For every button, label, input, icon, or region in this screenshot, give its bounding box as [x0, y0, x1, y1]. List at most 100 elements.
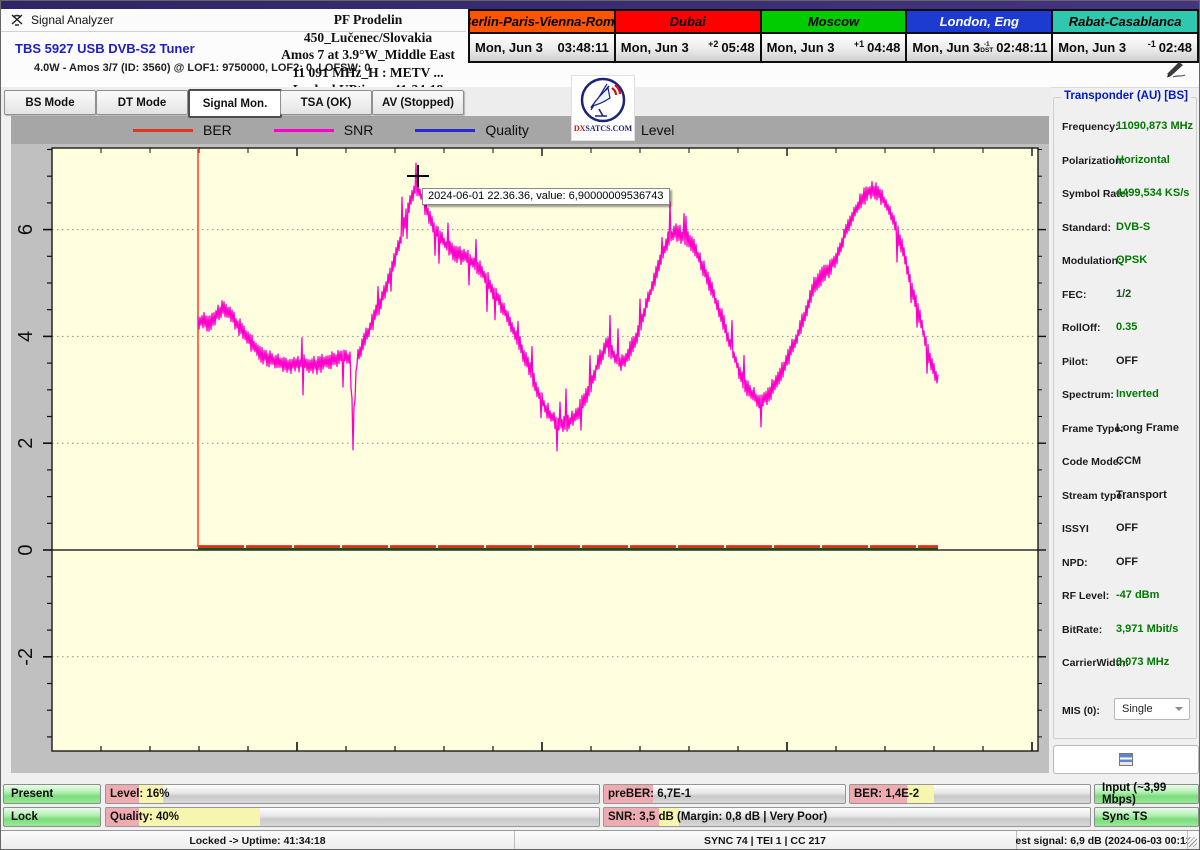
clock-time-row: Mon, Jun 3+205:48: [616, 34, 760, 61]
clock-city-header: Rabat-Casablanca: [1053, 11, 1197, 34]
field-label: Pilot:: [1062, 356, 1088, 368]
ber-bar: BER: 1,4E-2: [849, 784, 1091, 804]
field-value: Inverted: [1116, 388, 1159, 400]
transponder-row-modulation: Modulation:QPSK: [1054, 246, 1196, 280]
tab-tsa-ok-[interactable]: TSA (OK): [280, 90, 372, 115]
tab-dt-mode[interactable]: DT Mode: [96, 90, 188, 115]
tab-bs-mode[interactable]: BS Mode: [4, 90, 96, 115]
window-title: Signal Analyzer: [31, 13, 114, 27]
field-value: 4499,534 KS/s: [1116, 187, 1189, 199]
transponder-row-polarization: Polarization:Horizontal: [1054, 146, 1196, 180]
clock-time-value: 04:48: [867, 40, 900, 55]
preber-bar: preBER: 6,7E-1: [603, 784, 846, 804]
field-label: Standard:: [1062, 222, 1111, 234]
field-label: FEC:: [1062, 289, 1087, 301]
present-indicator: Present: [3, 784, 101, 804]
clock-time-row: Mon, Jun 3-102:48: [1053, 34, 1197, 61]
legend-line-quality: [415, 129, 475, 132]
transponder-rows: Frequency:11090,873 MHz Polarization:Hori…: [1054, 112, 1196, 682]
transponder-row-streamtype: Stream type:Transport: [1054, 481, 1196, 515]
transponder-row-spectrum: Spectrum:Inverted: [1054, 380, 1196, 414]
lock-indicator: Lock: [3, 807, 101, 827]
y-axis-label-2: 2: [15, 438, 37, 449]
satellite-dish-icon: [10, 13, 25, 27]
field-label: Frequency:: [1062, 121, 1119, 133]
clock-offset-dst: -1DST: [980, 42, 993, 54]
signal-analyzer-window: Signal Analyzer TBS 5927 USB DVB-S2 Tune…: [0, 0, 1200, 850]
bar-label: Quality: 40%: [110, 811, 179, 823]
clock-dubai: DubaiMon, Jun 3+205:48: [616, 11, 762, 61]
transponder-row-carrierwidth: CarrierWidth:6,073 MHz: [1054, 648, 1196, 682]
dxsatcs-logo-icon: [579, 76, 627, 124]
transponder-row-frametype: Frame Type:Long Frame: [1054, 414, 1196, 448]
legend-line-ber: [133, 129, 193, 132]
window-top-strip: [1, 1, 1200, 9]
clock-time-value: 05:48: [721, 40, 754, 55]
statusbar-cell-3: Best signal: 6,9 dB (2024-06-03 00:13): [1016, 831, 1188, 850]
clock-time-row: Mon, Jun 3 +104:48: [762, 34, 906, 61]
field-label: NPD:: [1062, 557, 1088, 569]
field-label: BitRate:: [1062, 624, 1102, 636]
mis-label: MIS (0):: [1062, 705, 1100, 717]
legend-item-snr: SNR: [274, 122, 374, 138]
legend-label: BER: [203, 122, 232, 138]
field-value: 3,971 Mbit/s: [1116, 623, 1178, 635]
clock-city-header: Dubai: [616, 11, 760, 34]
bar-label: preBER: 6,7E-1: [608, 788, 691, 800]
field-value: OFF: [1116, 556, 1138, 568]
field-label: Modulation:: [1062, 255, 1121, 267]
signal-chart-area[interactable]: 6420-2: [11, 144, 1049, 773]
signal-chart[interactable]: 6420-2: [11, 144, 1049, 773]
clock-city-header: London, Eng: [907, 11, 1051, 34]
legend-label: Level: [641, 122, 674, 138]
transponder-row-standard: Standard: DVB-S: [1054, 213, 1196, 247]
clock-offset: +1: [854, 39, 864, 49]
field-value: 11090,873 MHz: [1116, 120, 1193, 132]
y-axis-label-4: 4: [15, 331, 37, 342]
clock-offset: +2: [708, 39, 718, 49]
resize-grip[interactable]: [1187, 837, 1197, 847]
stream-list-button[interactable]: [1053, 745, 1199, 774]
mis-select[interactable]: Single: [1114, 698, 1190, 720]
clock-city-header: Moscow: [762, 11, 906, 34]
field-label: Code Mode:: [1062, 456, 1122, 468]
clock-date: Mon, Jun 3: [767, 40, 835, 55]
site-info-block: PF Prodelin 450_Lučenec/Slovakia Amos 7 …: [268, 11, 468, 99]
clock-date: Mon, Jun 3: [1058, 40, 1126, 55]
status-bar: Locked -> Uptime: 41:34:18SYNC 74 | TEI …: [1, 830, 1200, 850]
dxsatcs-logo-text: DXSATCS.COM: [574, 124, 632, 134]
clock-offset: -1: [1148, 39, 1156, 49]
site-line-3: 11 091 MHz_H : METV ...: [268, 64, 468, 82]
transponder-row-issyi: ISSYIOFF: [1054, 514, 1196, 548]
snr-bar: SNR: 3,5 dB (Margin: 0,8 dB | Very Poor): [603, 807, 1091, 827]
field-label: RollOff:: [1062, 322, 1101, 334]
field-value: CCM: [1116, 455, 1141, 467]
tab-signal-mon-[interactable]: Signal Mon.: [188, 89, 282, 118]
field-label: Spectrum:: [1062, 389, 1114, 401]
field-value: OFF: [1116, 355, 1138, 367]
bar-label: BER: 1,4E-2: [854, 788, 919, 800]
transponder-groupbox: Transponder (AU) [BS] Frequency:11090,87…: [1053, 97, 1197, 739]
clock-date: Mon, Jun 3: [912, 40, 980, 55]
stream-list-icon: [1119, 753, 1133, 766]
legend-item-quality: Quality: [415, 122, 529, 138]
transponder-row-bitrate: BitRate: 3,971 Mbit/s: [1054, 615, 1196, 649]
transponder-row-pilot: Pilot: OFF: [1054, 347, 1196, 381]
y-axis-label-0: 0: [15, 544, 37, 555]
field-value: 6,073 MHz: [1116, 656, 1169, 668]
field-value: 0.35: [1116, 321, 1137, 333]
clock-city-header: Berlin-Paris-Vienna-Roma: [470, 11, 614, 34]
transponder-row-codemode: Code Mode:CCM: [1054, 447, 1196, 481]
field-value: -47 dBm: [1116, 589, 1159, 601]
world-clocks-panel: Berlin-Paris-Vienna-RomaMon, Jun 303:48:…: [468, 9, 1199, 63]
tab-av-stopped-[interactable]: AV (Stopped): [372, 90, 464, 115]
statusbar-cell-1: Locked -> Uptime: 41:34:18: [1, 831, 515, 850]
clock-time-value: 02:48:11: [996, 40, 1047, 55]
transponder-row-rflevel: RF Level:-47 dBm: [1054, 581, 1196, 615]
site-line-1: PF Prodelin 450_Lučenec/Slovakia: [268, 11, 468, 46]
y-axis-label-6: 6: [15, 224, 37, 235]
field-value: DVB-S: [1116, 221, 1150, 233]
bar-label: SNR: 3,5 dB (Margin: 0,8 dB | Very Poor): [608, 811, 827, 823]
clock-date: Mon, Jun 3: [475, 40, 543, 55]
legend-line-snr: [274, 129, 334, 132]
